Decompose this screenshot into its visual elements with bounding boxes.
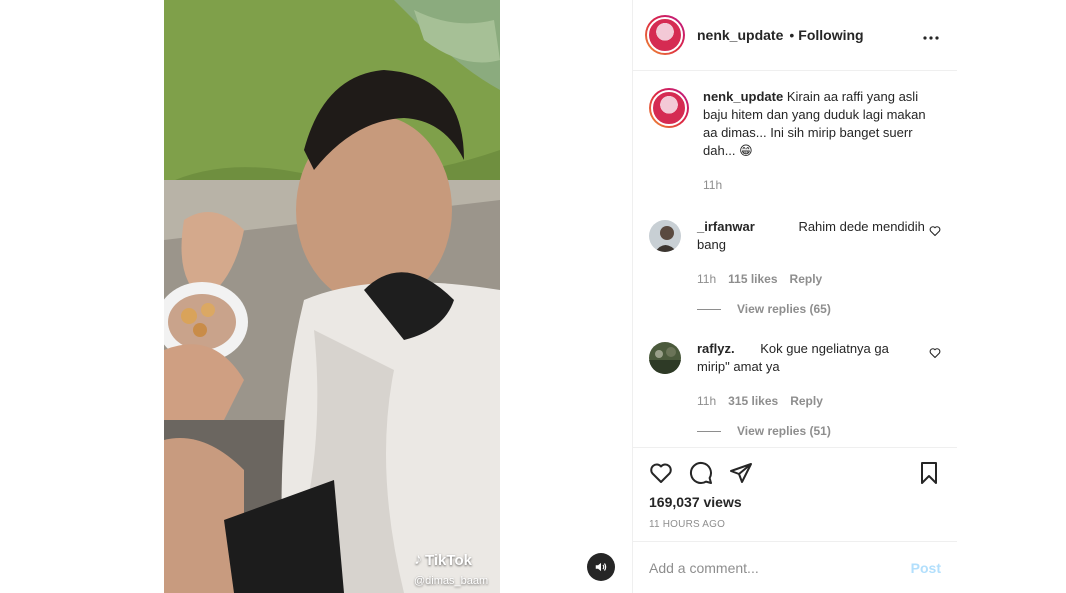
tiktok-handle: @dimas_baam [414,575,489,587]
avatar-image [649,342,681,374]
post-sidebar: nenk_update • Following nenk_update Kira… [632,0,957,593]
comments-list[interactable]: nenk_update Kirain aa raffi yang asli ba… [633,72,957,447]
avatar-image [647,17,683,53]
divider-line [697,308,721,310]
reply-button[interactable]: Reply [790,392,823,410]
comment-body: raflyz. Kok gue ngeliatnya ga mirip" ama… [697,340,925,410]
view-replies-button[interactable]: View replies (65) [697,302,941,316]
comment-button[interactable] [689,461,713,485]
caption-time[interactable]: 11h [703,176,722,194]
following-button[interactable]: Following [798,27,863,43]
post-modal: ♪ TikTok @dimas_baam nenk_update • Follo… [18,0,978,593]
like-comment-button[interactable] [929,346,941,364]
heart-icon [929,348,941,359]
comment-item: _irfanwar Rahim dede mendidih bang 11h 1… [649,218,941,288]
tiktok-logo-icon: ♪ [414,551,422,568]
heart-icon [650,463,672,483]
post-caption: nenk_update Kirain aa raffi yang asli ba… [649,88,941,194]
like-comment-button[interactable] [929,224,941,242]
like-button[interactable] [649,461,673,485]
volume-icon [595,562,607,572]
post-timestamp[interactable]: 11 HOURS AGO [649,519,941,530]
divider-line [697,430,721,432]
video-player[interactable]: ♪ TikTok @dimas_baam [164,0,500,593]
reply-button[interactable]: Reply [790,270,823,288]
comment-likes[interactable]: 115 likes [728,270,777,288]
commenter-avatar[interactable] [649,220,681,252]
caption-username[interactable]: nenk_update [703,89,783,104]
caption-avatar[interactable] [649,88,689,128]
comment-username[interactable]: _irfanwar [697,219,755,234]
post-header: nenk_update • Following [633,0,957,71]
page-background: ♪ TikTok @dimas_baam nenk_update • Follo… [0,0,1066,593]
caption-meta: 11h [703,176,941,194]
view-replies-button[interactable]: View replies (51) [697,424,941,438]
video-frame [164,0,500,593]
more-options-button[interactable] [923,24,939,45]
author-username[interactable]: nenk_update [697,27,783,43]
comment-composer: Post [633,541,957,593]
comment-item: raflyz. Kok gue ngeliatnya ga mirip" ama… [649,340,941,410]
save-button[interactable] [917,461,941,485]
post-actions: 169,037 views 11 HOURS AGO [633,447,957,541]
separator-dot: • [789,27,795,43]
tiktok-watermark-text: TikTok [425,551,472,569]
comment-meta: 11h 115 likes Reply [697,270,925,288]
comment-body: _irfanwar Rahim dede mendidih bang 11h 1… [697,218,925,288]
comment-username[interactable]: raflyz. [697,341,735,356]
avatar-image [649,220,681,252]
commenter-avatar[interactable] [649,342,681,374]
view-count[interactable]: 169,037 views [649,494,941,510]
comment-time[interactable]: 11h [697,270,716,288]
more-horizontal-icon [923,36,939,40]
comment-input[interactable] [649,559,911,576]
action-icons [649,460,941,486]
avatar-image [651,90,687,126]
caption-emoji: 😁 [739,143,753,158]
tiktok-watermark: ♪ TikTok [414,551,472,569]
comment-meta: 11h 315 likes Reply [697,392,925,410]
share-button[interactable] [729,461,753,485]
heart-icon [929,226,941,237]
view-replies-label: View replies (51) [737,424,831,438]
send-icon [730,463,752,483]
comment-likes[interactable]: 315 likes [728,392,778,410]
bookmark-icon [921,462,937,484]
view-replies-label: View replies (65) [737,302,831,316]
author-avatar[interactable] [645,15,685,55]
comment-bubble-icon [689,461,712,484]
mute-toggle-button[interactable] [587,553,615,581]
caption-body: nenk_update Kirain aa raffi yang asli ba… [703,88,941,194]
post-comment-button[interactable]: Post [911,560,941,576]
comment-time[interactable]: 11h [697,392,716,410]
media-area: ♪ TikTok @dimas_baam [18,0,630,593]
